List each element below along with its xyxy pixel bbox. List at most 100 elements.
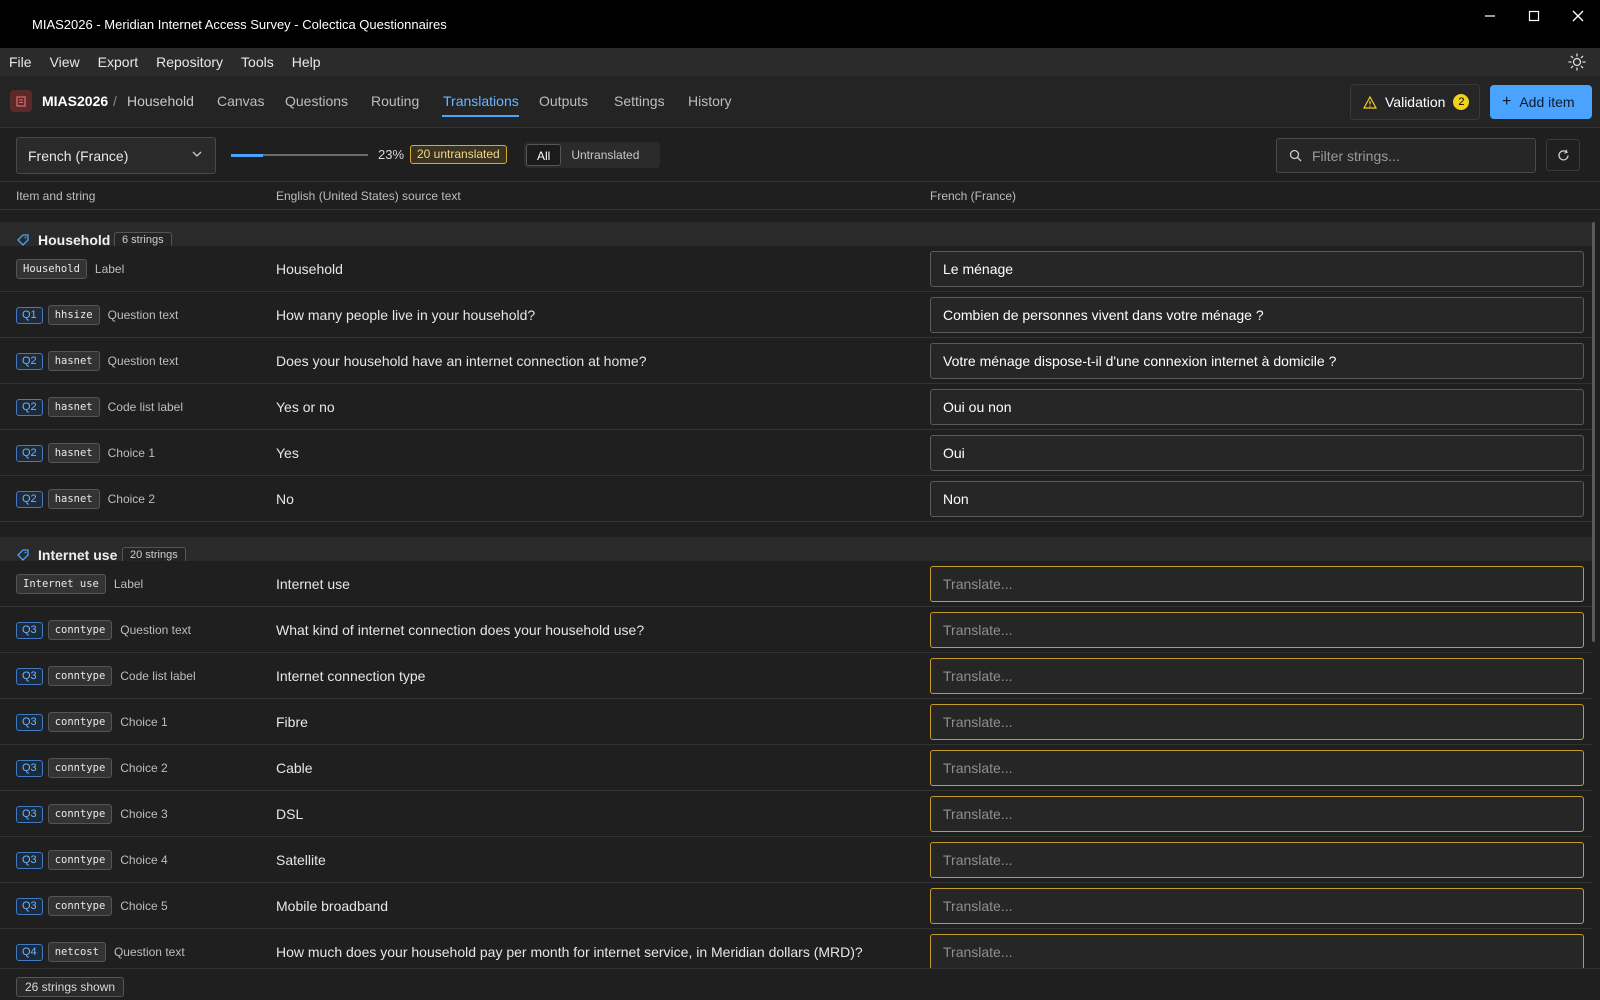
menu-repository[interactable]: Repository	[147, 48, 232, 76]
translation-input[interactable]	[930, 704, 1584, 740]
question-number-chip: Q2	[16, 352, 43, 370]
source-text: Household	[276, 261, 343, 277]
item-name-chip: conntype	[47, 620, 113, 640]
item-identifier: Q3 conntype Code list label	[16, 666, 196, 686]
item-identifier: Q3 conntype Choice 2	[16, 758, 168, 778]
table-row: Q3 conntype Choice 5 Mobile broadband	[0, 883, 1592, 929]
translation-progress-percent: 23%	[378, 147, 405, 162]
question-number-chip: Q3	[16, 805, 43, 823]
item-name-chip: conntype	[47, 850, 113, 870]
menu-export[interactable]: Export	[89, 48, 147, 76]
string-kind: Choice 3	[120, 807, 168, 821]
language-select[interactable]: French (France)	[16, 137, 216, 174]
translation-input[interactable]	[930, 389, 1584, 425]
refresh-button[interactable]	[1546, 139, 1580, 171]
translation-input[interactable]	[930, 888, 1584, 924]
translation-table: Household 6 strings Household Label Househol…	[0, 210, 1592, 968]
table-header: Item and string English (United States) …	[0, 182, 1600, 210]
item-identifier: Q3 conntype Choice 3	[16, 804, 168, 824]
source-text: DSL	[276, 806, 304, 822]
item-identifier: Q2 hasnet Question text	[16, 351, 178, 371]
minimize-icon	[1485, 15, 1495, 17]
window-title: MIAS2026 - Meridian Internet Access Surv…	[32, 16, 447, 32]
source-text: Fibre	[276, 714, 308, 730]
tab-questions[interactable]: Questions	[285, 93, 348, 109]
source-text: What kind of internet connection does yo…	[276, 622, 645, 638]
filter-untranslated-button[interactable]: Untranslated	[561, 144, 649, 166]
tab-outputs[interactable]: Outputs	[539, 93, 588, 109]
nav-bar: MIAS2026 / Household Canvas Questions Ro…	[0, 76, 1600, 128]
tab-history[interactable]: History	[688, 93, 732, 109]
menu-file[interactable]: File	[0, 48, 41, 76]
breadcrumb-current[interactable]: Household	[127, 93, 194, 109]
item-identifier: Household Label	[16, 259, 124, 279]
item-name-chip: conntype	[47, 896, 113, 916]
validation-count-badge: 2	[1453, 94, 1470, 110]
item-name-chip: hasnet	[47, 397, 100, 417]
item-name-chip: conntype	[47, 804, 113, 824]
translation-input[interactable]	[930, 658, 1584, 694]
question-number-chip: Q3	[16, 759, 43, 777]
string-kind: Choice 2	[107, 492, 155, 506]
translation-input[interactable]	[930, 435, 1584, 471]
translation-input[interactable]	[930, 796, 1584, 832]
close-button[interactable]	[1556, 0, 1600, 32]
tag-icon	[17, 549, 29, 561]
tab-canvas[interactable]: Canvas	[217, 93, 264, 109]
source-text: How many people live in your household?	[276, 307, 536, 323]
table-scrollbar[interactable]	[1592, 222, 1595, 642]
menu-help[interactable]: Help	[283, 48, 330, 76]
warning-icon	[1363, 95, 1377, 109]
window-controls	[1468, 0, 1600, 48]
title-bar: MIAS2026 - Meridian Internet Access Surv…	[0, 0, 1600, 48]
table-row: Q2 hasnet Choice 2 No	[0, 476, 1592, 522]
item-name-chip: Internet use	[16, 574, 106, 594]
tab-translations[interactable]: Translations	[443, 93, 519, 109]
item-identifier: Q4 netcost Question text	[16, 942, 185, 962]
translation-input[interactable]	[930, 343, 1584, 379]
column-header-source: English (United States) source text	[276, 189, 461, 203]
table-row: Q2 hasnet Question text Does your household…	[0, 338, 1592, 384]
tab-settings[interactable]: Settings	[614, 93, 665, 109]
tag-icon	[17, 234, 29, 246]
table-row: Q3 conntype Choice 4 Satellite	[0, 837, 1592, 883]
tab-routing[interactable]: Routing	[371, 93, 419, 109]
string-kind: Choice 1	[107, 446, 155, 460]
question-number-chip: Q2	[16, 444, 43, 462]
app-logo	[10, 90, 32, 112]
validation-button[interactable]: Validation 2	[1350, 84, 1480, 120]
table-row: Q4 netcost Question text How much does your…	[0, 929, 1592, 968]
item-name-chip: hasnet	[47, 351, 100, 371]
translation-toolbar: French (France) 23% 20 untranslated All …	[0, 128, 1600, 182]
filter-all-button[interactable]: All	[526, 144, 562, 166]
translation-progress-fill	[231, 153, 263, 157]
menu-tools[interactable]: Tools	[232, 48, 283, 76]
string-kind: Question text	[120, 623, 191, 637]
menu-view[interactable]: View	[41, 48, 89, 76]
translation-input[interactable]	[930, 251, 1584, 287]
translation-input[interactable]	[930, 842, 1584, 878]
item-identifier: Q3 conntype Choice 4	[16, 850, 168, 870]
translation-input[interactable]	[930, 934, 1584, 968]
translation-input[interactable]	[930, 566, 1584, 602]
item-name-chip: conntype	[47, 712, 113, 732]
translation-input[interactable]	[930, 297, 1584, 333]
breadcrumb-root[interactable]: MIAS2026	[42, 93, 108, 109]
theme-toggle-icon[interactable]	[1568, 53, 1586, 71]
item-identifier: Q3 conntype Choice 1	[16, 712, 168, 732]
string-kind: Code list label	[107, 400, 183, 414]
question-number-chip: Q3	[16, 851, 43, 869]
minimize-button[interactable]	[1468, 0, 1512, 32]
translation-input[interactable]	[930, 750, 1584, 786]
language-select-value: French (France)	[28, 147, 129, 164]
maximize-button[interactable]	[1512, 0, 1556, 32]
question-number-chip: Q3	[16, 897, 43, 915]
translation-input[interactable]	[930, 612, 1584, 648]
add-item-button[interactable]: + Add item	[1490, 85, 1592, 119]
string-kind: Choice 1	[120, 715, 168, 729]
filter-strings-input[interactable]	[1312, 147, 1512, 164]
menu-bar: File View Export Repository Tools Help	[0, 48, 1600, 76]
validation-label: Validation	[1385, 94, 1446, 110]
question-number-chip: Q1	[16, 306, 43, 324]
translation-input[interactable]	[930, 481, 1584, 517]
